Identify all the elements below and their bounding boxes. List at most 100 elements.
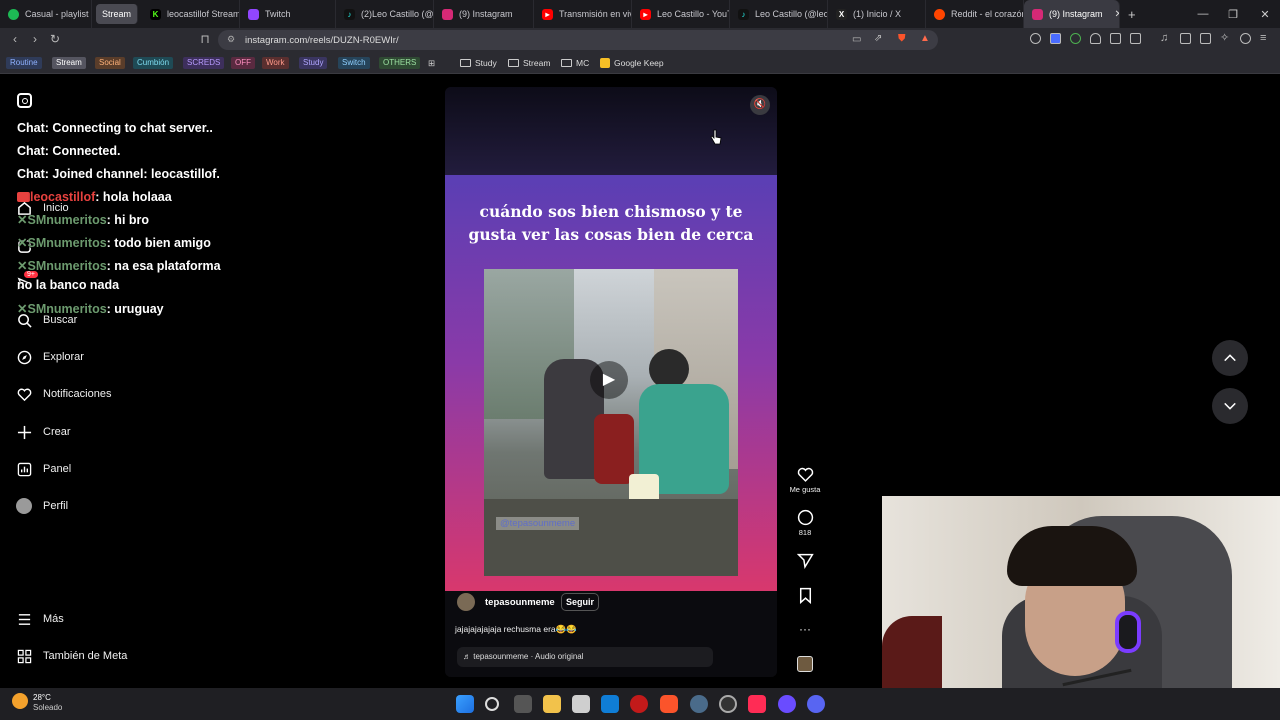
file-explorer-icon[interactable] — [543, 695, 561, 713]
back-icon[interactable]: ‹ — [8, 32, 22, 46]
instagram-logo-icon[interactable] — [17, 93, 32, 108]
app-icon[interactable] — [630, 695, 648, 713]
heart-icon — [797, 467, 813, 482]
share-icon[interactable]: ⇗ — [874, 33, 882, 44]
new-tab-button[interactable]: + — [1120, 0, 1144, 28]
follow-button[interactable]: Seguir — [561, 593, 600, 611]
bookmark-tag[interactable]: Stream — [52, 57, 86, 69]
reload-icon[interactable]: ↻ — [48, 32, 62, 46]
extension-icon[interactable] — [1030, 33, 1041, 44]
app-icon[interactable] — [778, 695, 796, 713]
vpn-icon[interactable] — [1240, 33, 1251, 44]
share-button[interactable] — [788, 552, 822, 571]
sidebar-item-mas[interactable]: Más — [16, 609, 64, 629]
windows-start-icon[interactable] — [456, 695, 474, 713]
music-icon[interactable]: ♫ — [1160, 33, 1171, 44]
search-icon[interactable] — [485, 697, 499, 711]
bookmark-tag[interactable]: Routine — [6, 57, 42, 69]
tab-kick[interactable]: K leocastillof Stream — [142, 0, 241, 28]
next-reel-button[interactable] — [1212, 388, 1248, 424]
bookmark-tag[interactable]: SCREDS — [183, 57, 225, 69]
bookmark-folder-stream[interactable]: Stream — [508, 56, 550, 70]
address-bar[interactable]: ⚙ instagram.com/reels/DUZN-R0EWIr/ ▭ ⇗ ⛊… — [218, 30, 938, 50]
tab-youtube[interactable]: ▸ Leo Castillo - YouT — [632, 0, 731, 28]
tab-tiktok-2[interactable]: ♪ Leo Castillo (@leo — [730, 0, 829, 28]
bookmark-tag[interactable]: OTHERS — [379, 57, 421, 69]
bookmark-tag[interactable]: Cumbión — [133, 57, 174, 69]
music-note-icon: ♬ — [463, 652, 474, 661]
extensions-puzzle-icon[interactable] — [1110, 33, 1121, 44]
audio-link[interactable]: ♬ tepasounmeme · Audio original — [457, 647, 713, 667]
extension-icon[interactable] — [1050, 33, 1061, 44]
avatar[interactable] — [457, 593, 475, 611]
close-window-icon[interactable]: ✕ — [1250, 0, 1280, 28]
sidebar-item-notificaciones[interactable]: Notificaciones — [16, 384, 111, 404]
mute-icon[interactable]: 🔇 — [750, 95, 770, 115]
screenshot-icon[interactable] — [1130, 33, 1141, 44]
task-view-icon[interactable] — [514, 695, 532, 713]
bookmark-tag[interactable]: Work — [262, 57, 289, 69]
settings-icon[interactable] — [690, 695, 708, 713]
audio-thumbnail[interactable] — [788, 656, 822, 674]
tab-youtube-live[interactable]: ▸ Transmisión en viv — [534, 0, 633, 28]
chat-line: no la banco nada — [17, 278, 120, 292]
sidebar-item-explorar[interactable]: Explorar — [16, 347, 84, 367]
brave-rewards-icon[interactable]: ▲ — [920, 33, 930, 44]
more-options-icon[interactable]: ··· — [788, 622, 822, 636]
tab-groups-icon[interactable]: ⊞ — [428, 56, 435, 70]
bookmark-tag[interactable]: Social — [95, 57, 125, 69]
bookmark-tag[interactable]: OFF — [231, 57, 255, 69]
avatar — [16, 498, 32, 514]
menu-icon[interactable]: ≡ — [1260, 33, 1271, 44]
tab-group-stream[interactable]: Stream — [96, 4, 139, 24]
x-icon: X — [836, 8, 848, 20]
tab-x[interactable]: X (1) Inicio / X — [828, 0, 927, 28]
bookmark-tag[interactable]: Switch — [338, 57, 370, 69]
bookmark-page-icon[interactable]: ⊓ — [198, 32, 212, 46]
tab-twitch[interactable]: Twitch — [240, 0, 337, 28]
sidebar-toggle-icon[interactable] — [1180, 33, 1191, 44]
bookmark-folder-study[interactable]: Study — [460, 56, 497, 70]
sidebar-item-perfil[interactable]: Perfil — [16, 496, 68, 516]
bookmark-google-keep[interactable]: Google Keep — [600, 56, 664, 70]
play-icon[interactable]: ▶ — [590, 361, 628, 399]
reel-player[interactable]: 🔇 cuándo sos bien chismoso y te gusta ve… — [445, 87, 777, 677]
brave-shield-icon[interactable]: ⛊ — [898, 33, 906, 44]
tab-instagram-active[interactable]: (9) Instagram ✕ — [1024, 0, 1121, 28]
reel-username[interactable]: tepasounmeme — [485, 597, 555, 608]
minimize-icon[interactable]: — — [1188, 0, 1218, 28]
like-button[interactable]: Me gusta — [788, 466, 822, 494]
tab-tiktok-1[interactable]: ♪ (2)Leo Castillo (@l — [336, 0, 435, 28]
tab-spotify[interactable]: Casual - playlist by — [0, 0, 92, 28]
site-info-icon[interactable]: ⚙ — [227, 34, 235, 45]
tab-instagram-1[interactable]: (9) Instagram — [434, 0, 535, 28]
tab-reddit[interactable]: Reddit - el corazón — [926, 0, 1025, 28]
obs-icon[interactable] — [719, 695, 737, 713]
save-button[interactable] — [788, 587, 822, 606]
sidebar-item-meta[interactable]: También de Meta — [16, 646, 127, 666]
bookmark-tag[interactable]: Study — [299, 57, 328, 69]
extension-icon[interactable] — [1070, 33, 1081, 44]
app-icon[interactable] — [601, 695, 619, 713]
previous-reel-button[interactable] — [1212, 340, 1248, 376]
weather-icon[interactable] — [12, 693, 28, 709]
cast-icon[interactable]: ▭ — [852, 34, 861, 45]
shield-icon[interactable] — [1090, 33, 1101, 44]
wallet-icon[interactable] — [1200, 33, 1211, 44]
tiktok-live-icon[interactable] — [748, 695, 766, 713]
folder-icon — [561, 59, 572, 67]
discord-icon[interactable] — [807, 695, 825, 713]
sidebar-item-panel[interactable]: Panel — [16, 459, 71, 479]
chevron-down-icon — [1224, 402, 1236, 410]
bookmark-icon — [799, 587, 811, 605]
sidebar-item-crear[interactable]: Crear — [16, 422, 71, 442]
comment-button[interactable]: 818 — [788, 509, 822, 537]
bookmark-folder-mc[interactable]: MC — [561, 56, 589, 70]
leo-ai-icon[interactable]: ✧ — [1220, 33, 1231, 44]
webcam-overlay — [882, 496, 1280, 720]
forward-icon[interactable]: › — [28, 32, 42, 46]
store-icon[interactable] — [572, 695, 590, 713]
maximize-icon[interactable]: ❐ — [1218, 0, 1248, 28]
brave-browser-icon[interactable] — [660, 695, 678, 713]
weather-widget[interactable]: 28°C Soleado — [33, 693, 62, 713]
